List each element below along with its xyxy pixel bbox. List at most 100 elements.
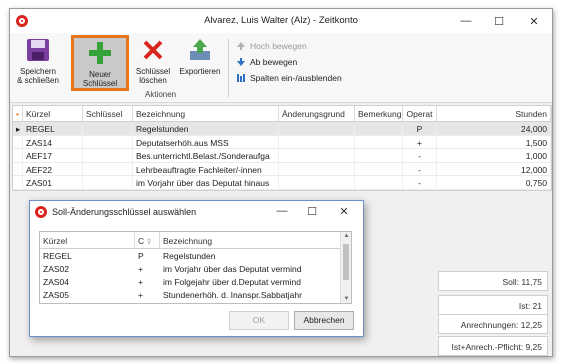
header-aenderungsgrund[interactable]: Änderungsgrund [279,106,355,121]
item-kuerzel: REGEL [43,251,72,261]
export-button[interactable]: Exportieren [176,37,224,76]
new-key-label-line2: Schlüssel [82,79,118,88]
header-schluessel[interactable]: Schlüssel [83,106,133,121]
delete-label-line1: Schlüssel [135,67,171,76]
header-kuerzel[interactable]: Kürzel [23,106,83,121]
select-key-dialog: Soll-Änderungsschlüssel auswählen — ☐ ✕ … [29,200,364,337]
header-bemerkung[interactable]: Bemerkung [355,106,403,121]
delete-x-icon [140,37,166,63]
ist-anrech-pflicht-value: Ist+Anrech.-Pflicht: 9,25 [438,336,548,356]
cell-op: - [403,149,437,162]
title-bar: Alvarez, Luis Walter (Alz) - Zeitkonto —… [10,9,552,33]
list-item[interactable]: ZAS05 + Stundenerhöh. d. Inanspr.Sabbatj… [40,288,351,301]
dialog-header-c[interactable]: C ⊽ [135,232,160,248]
cell-grund [279,149,355,162]
cell-stunden: 0,750 [437,176,551,189]
item-kuerzel: ZAS05 [43,290,69,300]
cell-op: - [403,162,437,175]
dialog-maximize-button[interactable]: ☐ [296,200,328,222]
cell-grund [279,176,355,189]
new-key-label-line1: Neuer [89,70,111,79]
arrow-up-icon [236,41,246,51]
cell-kuerzel: AEF22 [23,162,83,175]
new-key-button[interactable]: Neuer Schlüssel [71,35,129,91]
item-c: P [138,251,144,261]
cell-kuerzel: AEF17 [23,149,83,162]
export-label: Exportieren [179,67,221,76]
scroll-up-icon[interactable]: ▲ [341,233,351,239]
delete-key-button[interactable]: Schlüssel löschen [129,37,177,85]
maximize-button[interactable]: ☐ [483,9,515,33]
cell-bezeichnung: im Vorjahr über das Deputat hinaus [133,176,279,189]
move-up-button[interactable]: Hoch bewegen [236,41,307,51]
cell-stunden: 12,000 [437,162,551,175]
actions-group-label: Aktionen [145,90,177,99]
cell-stunden: 24,000 [437,122,551,135]
key-list-header: Kürzel C ⊽ Bezeichnung [40,232,351,249]
dialog-close-button[interactable]: ✕ [328,200,360,222]
cell-kuerzel: ZAS01 [23,176,83,189]
item-c: + [138,290,143,300]
dialog-title: Soll-Änderungsschlüssel auswählen [52,207,197,217]
filter-icon[interactable]: ⊽ [147,239,152,246]
dialog-header-kuerzel[interactable]: Kürzel [40,232,135,248]
soll-value: Soll: 11,75 [438,271,548,291]
table-row[interactable]: ▸ REGEL Regelstunden P 24,000 [13,122,551,136]
delete-label-line2: löschen [139,76,167,85]
move-down-label: Ab bewegen [250,57,298,67]
save-close-button[interactable]: Speichern & schließen [14,37,62,85]
cell-bemerkung [355,162,403,175]
list-item[interactable]: REGEL P Regelstunden [40,249,351,262]
list-scrollbar[interactable]: ▲ ▼ [340,232,351,303]
item-c: + [138,277,143,287]
key-list: Kürzel C ⊽ Bezeichnung REGEL P Regelstun… [39,231,352,304]
cell-schluessel [83,176,133,189]
plus-icon [87,40,113,66]
columns-toggle-button[interactable]: Spalten ein-/ausblenden [236,73,342,83]
cell-grund [279,162,355,175]
anrechnungen-value: Anrechnungen: 12,25 [438,314,548,334]
list-item[interactable]: ZAS02 + im Vorjahr über das Deputat verm… [40,262,351,275]
cell-schluessel [83,162,133,175]
table-row[interactable]: AEF22 Lehrbeauftragte Fachleiter/-innen … [13,162,551,176]
cell-bemerkung [355,176,403,189]
cell-grund [279,122,355,135]
cell-schluessel [83,149,133,162]
item-c: + [138,264,143,274]
item-kuerzel: ZAS02 [43,264,69,274]
list-item[interactable]: ZAS04 + im Folgejahr über d.Deputat verm… [40,275,351,288]
ok-button[interactable]: OK [229,311,289,330]
save-icon [25,37,51,63]
dialog-header-bezeichnung[interactable]: Bezeichnung [160,232,341,248]
arrow-down-icon [236,57,246,67]
item-kuerzel: ZAS04 [43,277,69,287]
cell-grund [279,135,355,148]
ribbon-toolbar: Speichern & schließen Neuer Schlüssel Sc… [10,33,552,103]
ist-value: Ist: 21 [438,295,548,315]
scroll-down-icon[interactable]: ▼ [341,296,351,302]
table-row[interactable]: ZAS01 im Vorjahr über das Deputat hinaus… [13,176,551,190]
cell-schluessel [83,122,133,135]
move-down-button[interactable]: Ab bewegen [236,57,297,67]
save-label-line2: & schließen [17,76,59,85]
time-account-grid: • Kürzel Schlüssel Bezeichnung Änderungs… [12,105,552,191]
dialog-minimize-button[interactable]: — [266,200,298,222]
cell-bemerkung [355,149,403,162]
cell-bemerkung [355,122,403,135]
columns-label: Spalten ein-/ausblenden [250,73,342,83]
scrollbar-thumb[interactable] [343,244,349,280]
cell-stunden: 1,000 [437,149,551,162]
row-indicator-icon: ▸ [13,122,23,135]
table-row[interactable]: ZAS14 Deputatserhöh.aus MSS + 1,500 [13,135,551,149]
header-bezeichnung[interactable]: Bezeichnung [133,106,279,121]
cancel-button[interactable]: Abbrechen [294,311,354,330]
cell-kuerzel: ZAS14 [23,135,83,148]
header-stunden[interactable]: Stunden [437,106,551,121]
table-row[interactable]: AEF17 Bes.unterrichtl.Belast./Sonderaufg… [13,149,551,163]
close-button[interactable]: ✕ [518,9,550,33]
cell-bezeichnung: Bes.unterrichtl.Belast./Sonderaufga [133,149,279,162]
header-operator[interactable]: Operat [403,106,437,121]
cell-bezeichnung: Regelstunden [133,122,279,135]
dialog-header-c-label: C [138,236,145,246]
minimize-button[interactable]: — [450,9,482,33]
